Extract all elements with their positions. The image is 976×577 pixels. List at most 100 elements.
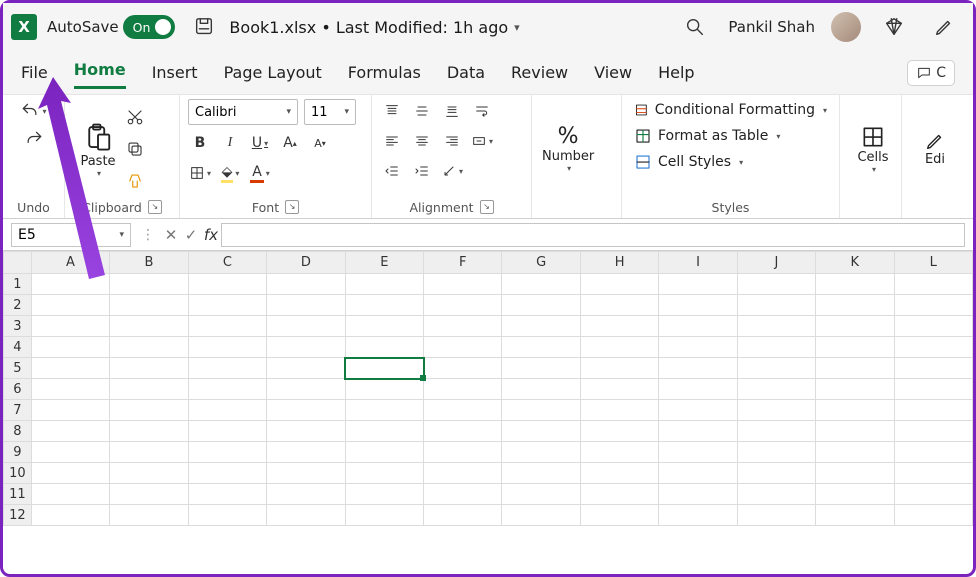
cell[interactable] — [345, 400, 423, 421]
row-header[interactable]: 5 — [4, 358, 32, 379]
cell[interactable] — [188, 442, 266, 463]
cell[interactable] — [345, 421, 423, 442]
cell[interactable] — [737, 358, 815, 379]
copy-button[interactable] — [123, 137, 147, 161]
cell[interactable] — [737, 421, 815, 442]
search-icon[interactable] — [684, 16, 706, 38]
row-header[interactable]: 1 — [4, 274, 32, 295]
cell[interactable] — [580, 442, 658, 463]
cell[interactable] — [345, 295, 423, 316]
cell[interactable] — [737, 379, 815, 400]
cell[interactable] — [894, 484, 972, 505]
tab-help[interactable]: Help — [658, 59, 694, 86]
cell[interactable] — [110, 274, 188, 295]
row-header[interactable]: 2 — [4, 295, 32, 316]
cell[interactable] — [816, 337, 894, 358]
cell[interactable] — [188, 400, 266, 421]
cell[interactable] — [659, 337, 737, 358]
cell[interactable] — [894, 463, 972, 484]
cell[interactable] — [424, 505, 502, 526]
document-title[interactable]: Book1.xlsx • Last Modified: 1h ago ▾ — [229, 18, 519, 37]
cell[interactable] — [580, 337, 658, 358]
cell[interactable] — [894, 400, 972, 421]
cell[interactable] — [659, 358, 737, 379]
cell[interactable] — [31, 295, 109, 316]
cell[interactable] — [267, 400, 345, 421]
cell[interactable] — [659, 316, 737, 337]
cell[interactable] — [737, 295, 815, 316]
cell[interactable] — [188, 274, 266, 295]
row-header[interactable]: 6 — [4, 379, 32, 400]
italic-button[interactable]: I — [218, 131, 242, 155]
align-center-button[interactable] — [410, 129, 434, 153]
align-right-button[interactable] — [440, 129, 464, 153]
cell[interactable] — [580, 421, 658, 442]
cell[interactable] — [424, 400, 502, 421]
cell[interactable] — [267, 379, 345, 400]
cell[interactable] — [816, 505, 894, 526]
cell[interactable] — [816, 274, 894, 295]
cell[interactable] — [345, 337, 423, 358]
cell[interactable] — [816, 484, 894, 505]
cell[interactable] — [580, 400, 658, 421]
cell[interactable] — [267, 421, 345, 442]
cell[interactable] — [659, 463, 737, 484]
column-header[interactable]: L — [894, 252, 972, 274]
font-dialog-launcher[interactable]: ↘ — [285, 200, 299, 214]
row-header[interactable]: 11 — [4, 484, 32, 505]
cell[interactable] — [737, 337, 815, 358]
cell[interactable] — [188, 337, 266, 358]
cell[interactable] — [737, 505, 815, 526]
cell[interactable] — [424, 463, 502, 484]
cell[interactable] — [345, 505, 423, 526]
align-top-button[interactable] — [380, 99, 404, 123]
row-header[interactable]: 7 — [4, 400, 32, 421]
cell[interactable] — [424, 484, 502, 505]
cell[interactable] — [424, 316, 502, 337]
cell[interactable] — [31, 274, 109, 295]
cell[interactable] — [188, 484, 266, 505]
redo-button[interactable] — [22, 127, 46, 151]
cells-button[interactable]: Cells▾ — [848, 109, 898, 189]
tab-data[interactable]: Data — [447, 59, 485, 86]
cell[interactable] — [345, 379, 423, 400]
cell[interactable] — [894, 421, 972, 442]
cell[interactable] — [188, 463, 266, 484]
increase-font-button[interactable]: A▴ — [278, 131, 302, 155]
cell[interactable] — [580, 316, 658, 337]
cell[interactable] — [424, 442, 502, 463]
cell[interactable] — [580, 505, 658, 526]
tab-insert[interactable]: Insert — [152, 59, 198, 86]
tab-view[interactable]: View — [594, 59, 632, 86]
user-avatar-icon[interactable] — [831, 12, 861, 42]
cell[interactable] — [31, 337, 109, 358]
select-all-corner[interactable] — [4, 252, 32, 274]
cell[interactable] — [110, 463, 188, 484]
save-sync-icon[interactable] — [193, 16, 215, 38]
cell[interactable] — [502, 400, 580, 421]
underline-button[interactable]: U▾ — [248, 131, 272, 155]
cell[interactable] — [267, 358, 345, 379]
cell[interactable] — [267, 274, 345, 295]
font-color-button[interactable]: A▾ — [248, 161, 272, 185]
cell[interactable] — [188, 379, 266, 400]
row-header[interactable]: 8 — [4, 421, 32, 442]
cell[interactable] — [502, 295, 580, 316]
cell[interactable] — [110, 505, 188, 526]
increase-indent-button[interactable] — [410, 159, 434, 183]
cell[interactable] — [424, 274, 502, 295]
cell[interactable] — [580, 358, 658, 379]
cell[interactable] — [737, 442, 815, 463]
cell[interactable] — [31, 316, 109, 337]
cell[interactable] — [894, 316, 972, 337]
fx-icon[interactable]: fx — [201, 226, 221, 244]
cell[interactable] — [737, 463, 815, 484]
cell[interactable] — [580, 484, 658, 505]
merge-center-button[interactable]: ▾ — [470, 129, 494, 153]
row-header[interactable]: 12 — [4, 505, 32, 526]
number-format-button[interactable]: % Number ▾ — [540, 109, 596, 189]
cell[interactable] — [110, 295, 188, 316]
cell[interactable] — [188, 421, 266, 442]
cell[interactable] — [31, 505, 109, 526]
cell[interactable] — [816, 400, 894, 421]
